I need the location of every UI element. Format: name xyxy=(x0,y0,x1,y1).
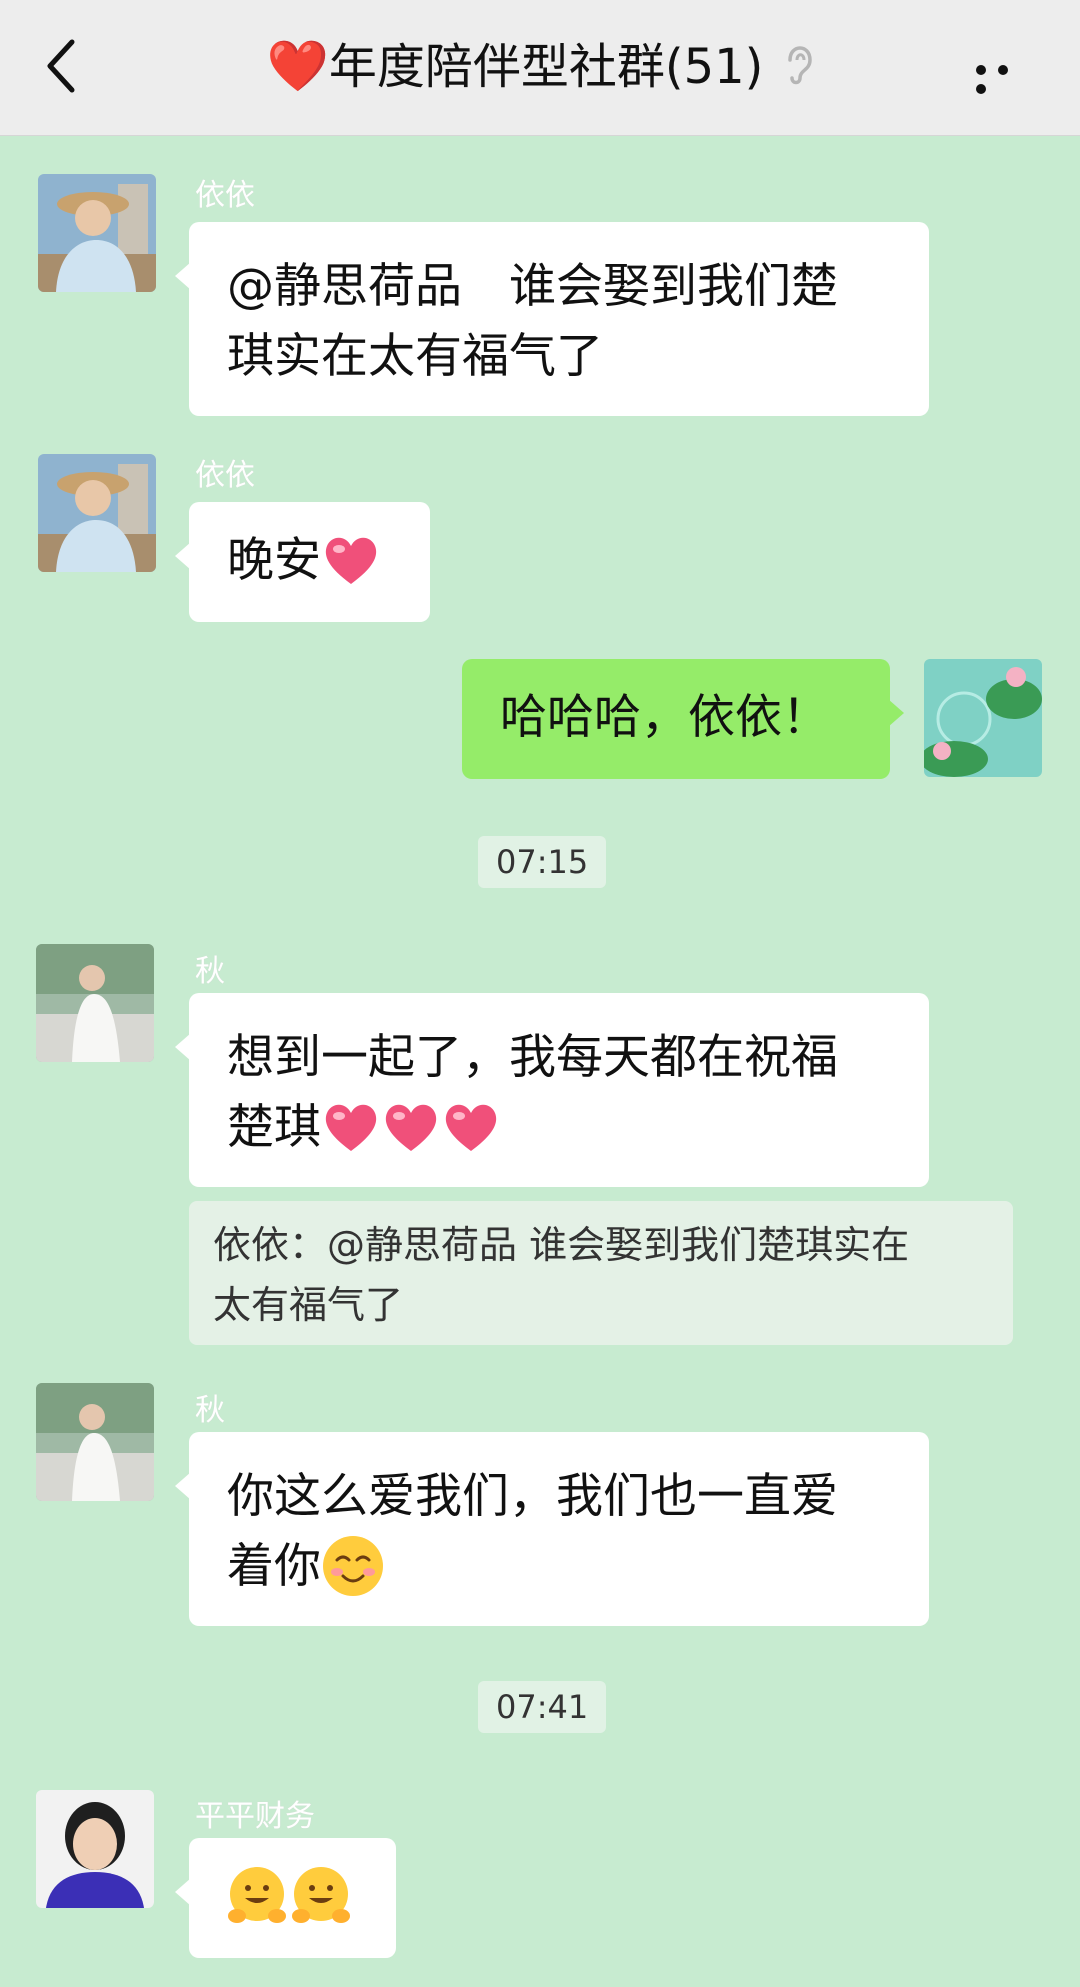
sender-name: 秋 xyxy=(195,954,225,989)
sender-name: 依依 xyxy=(195,178,255,213)
quote-text-line: 太有福气了 xyxy=(213,1283,404,1327)
message-text-line: 琪实在太有福气了 xyxy=(227,329,603,384)
message-bubble[interactable] xyxy=(175,1838,396,1958)
smiling-face-emoji-icon xyxy=(323,1535,383,1596)
avatar-qiu[interactable] xyxy=(36,944,154,1062)
avatar-yiyi[interactable] xyxy=(38,174,156,292)
heart-emoji-icon: ❤️ xyxy=(266,37,329,95)
hugging-face-emoji-icon xyxy=(292,1866,350,1923)
my-message-bubble[interactable]: 哈哈哈，依依！ xyxy=(462,659,904,779)
heart-emoji-icon xyxy=(385,1104,437,1151)
chat-title: ❤️年度陪伴型社群(51) xyxy=(0,28,1080,108)
avatar-yiyi[interactable] xyxy=(38,454,156,572)
message-bubble[interactable]: 你这么爱我们，我们也一直爱 着你 xyxy=(175,1432,929,1626)
my-avatar[interactable] xyxy=(924,659,1042,777)
timestamp: 07:15 xyxy=(478,836,607,888)
heart-emoji-icon xyxy=(325,1104,377,1151)
sender-name: 依依 xyxy=(195,458,255,493)
ear-icon xyxy=(783,32,813,108)
quote-text-line: 依依：@静思荷品 谁会娶到我们楚琪实在 xyxy=(213,1223,910,1267)
message-text-line: @静思荷品 谁会娶到我们楚 xyxy=(227,259,838,314)
chat-title-text: 年度陪伴型社群(51) xyxy=(328,39,764,95)
message-bubble[interactable]: 想到一起了，我每天都在祝福 楚琪 xyxy=(175,993,929,1187)
message-text-line: 你这么爱我们，我们也一直爱 xyxy=(227,1469,838,1524)
message-text-line: 想到一起了，我每天都在祝福 xyxy=(227,1030,838,1085)
timestamp: 07:41 xyxy=(478,1681,607,1733)
avatar-qiu[interactable] xyxy=(36,1383,154,1501)
message-text-line: 楚琪 xyxy=(227,1100,321,1155)
message-text: 晚安 xyxy=(227,533,321,588)
avatar-pingping[interactable] xyxy=(36,1790,154,1908)
sender-name: 秋 xyxy=(195,1393,225,1428)
heart-emoji-icon xyxy=(325,537,377,584)
message-bubble[interactable]: 晚安 xyxy=(175,502,430,622)
chat-header: ❤️年度陪伴型社群(51) xyxy=(0,0,1080,136)
heart-emoji-icon xyxy=(445,1104,497,1151)
message-text-line: 着你 xyxy=(227,1539,321,1594)
message-text: 哈哈哈，依依！ xyxy=(500,690,829,745)
hugging-face-emoji-icon xyxy=(228,1866,286,1923)
message-bubble[interactable]: @静思荷品 谁会娶到我们楚 琪实在太有福气了 xyxy=(175,222,929,416)
quoted-message[interactable]: 依依：@静思荷品 谁会娶到我们楚琪实在 太有福气了 xyxy=(189,1201,1013,1345)
sender-name: 平平财务 xyxy=(195,1799,315,1834)
more-dots-icon[interactable] xyxy=(976,60,1034,94)
